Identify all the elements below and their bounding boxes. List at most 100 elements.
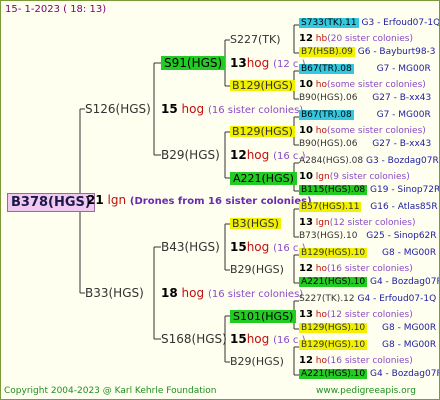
g4-queen[interactable]: S227(TK).12	[299, 294, 355, 304]
g4-queen[interactable]: B90(HGS).06	[299, 139, 357, 149]
g4-note: (12 sister colonies)	[327, 310, 413, 320]
colony-line: hog	[246, 148, 270, 162]
g4-ann: G4 - Erfoud07-1Q	[357, 294, 437, 304]
g4-note: (some sister colonies)	[327, 126, 426, 136]
g4-line: lgn	[315, 172, 330, 182]
g4-ann: G8 - MG00R	[382, 323, 437, 333]
g4-ann: G7 - MG00R	[376, 64, 431, 74]
g4-count: 10	[299, 125, 313, 136]
g4-count: 12	[299, 355, 313, 366]
g4-queen[interactable]: B115(HGS).08	[299, 185, 368, 195]
g4-row-21: B129(HGS).10 G8 - MG00R	[299, 323, 437, 333]
g4-queen[interactable]: B129(HGS).10	[299, 248, 368, 258]
g4-count: 12	[299, 33, 313, 44]
node-s91[interactable]: S91(HGS)	[161, 56, 226, 70]
colony-line: hog	[181, 102, 205, 116]
node-b29-b[interactable]: B29(HGS)	[230, 264, 284, 275]
g4-row-9: B90(HGS).06 G27 - B-xx43	[299, 140, 431, 149]
g4-queen[interactable]: B129(HGS).10	[299, 340, 368, 350]
node-b43[interactable]: B43(HGS)	[161, 241, 220, 253]
g4-queen[interactable]: B67(TR).08	[299, 110, 354, 120]
g4-row-23: 12 ho(16 sister colonies)	[299, 356, 413, 366]
g4-ann: G19 - Sinop72R	[370, 185, 440, 195]
g4-queen[interactable]: B129(HGS).10	[299, 323, 368, 333]
footer-site-link[interactable]: www.pedigreeapis.org	[316, 387, 416, 396]
colony-note: (16 sister colonies)	[207, 289, 304, 300]
node-b129-a[interactable]: B129(HGS)	[230, 80, 295, 91]
node-b129-b[interactable]: B129(HGS)	[230, 126, 295, 137]
node-b29-a[interactable]: B29(HGS)	[161, 149, 220, 161]
g4-line: ho	[315, 356, 328, 366]
node-s168[interactable]: S168(HGS)	[161, 333, 227, 345]
colony-line: hog	[246, 240, 270, 254]
colony-count: 13	[230, 56, 247, 70]
g4-count: 13	[299, 217, 313, 228]
g4-row-20: 13 ho(12 sister colonies)	[299, 310, 413, 320]
g4-row-17: 12 ho(16 sister colonies)	[299, 264, 413, 274]
colony-line: hog	[246, 56, 270, 70]
g4-note: (12 sister colonies)	[329, 218, 416, 228]
g4-queen[interactable]: B7(HSB).09	[299, 47, 355, 57]
g4-row-24: A221(HGS).10 G4 - Bozdag07R	[299, 369, 440, 379]
g4-note: (16 sister colonies)	[327, 356, 413, 366]
g4-ann: G7 - MG00R	[376, 110, 431, 120]
g4-queen[interactable]: S733(TK).11	[299, 18, 359, 28]
g4-row-4: B67(TR).08 G7 - MG00R	[299, 64, 431, 74]
g4-line: hb	[315, 34, 328, 44]
pedigree-diagram: 15- 1-2023 ( 18: 13) B378(HGS) 21 lgn (D…	[0, 0, 440, 400]
g4-queen[interactable]: B67(TR).08	[299, 64, 354, 74]
g4-row-15: B73(HGS).10 G25 - Sinop62R	[299, 232, 437, 241]
colony-count: 18	[161, 286, 178, 300]
node-s91-colonies: 13hog (12 c.)	[230, 57, 306, 70]
g4-row-1: S733(TK).11 G3 - Erfoud07-1Q	[299, 18, 440, 28]
g4-row-19: S227(TK).12 G4 - Erfoud07-1Q	[299, 295, 436, 304]
node-s168-colonies: 15hog (16 c.)	[230, 333, 306, 346]
node-b29-c[interactable]: B29(HGS)	[230, 356, 284, 367]
g4-ann: G27 - B-xx43	[372, 139, 432, 149]
g4-row-12: B115(HGS).08 G19 - Sinop72R	[299, 185, 440, 195]
g4-row-6: B90(HGS).06 G27 - B-xx43	[299, 94, 431, 103]
g4-row-11: 10 lgn(9 sister colonies)	[299, 172, 410, 182]
node-a221[interactable]: A221(HGS)	[230, 172, 297, 185]
g4-note: (some sister colonies)	[327, 80, 426, 90]
g4-queen[interactable]: A284(HGS).08	[299, 156, 363, 166]
sire-node-s126[interactable]: S126(HGS)	[85, 103, 151, 115]
g4-ann: G3 - Erfoud07-1Q	[361, 18, 440, 28]
g4-row-18: A221(HGS).10 G4 - Bozdag07R	[299, 277, 440, 287]
g4-row-16: B129(HGS).10 G8 - MG00R	[299, 248, 437, 258]
g4-row-8: 10 ho(some sister colonies)	[299, 126, 426, 136]
g4-row-7: B67(TR).08 G7 - MG00R	[299, 110, 431, 120]
g4-row-22: B129(HGS).10 G8 - MG00R	[299, 340, 437, 350]
g4-line: ho	[315, 310, 328, 320]
g4-row-5: 10 ho(some sister colonies)	[299, 80, 426, 90]
g4-ann: G6 - Bayburt98-3	[357, 47, 436, 57]
dam-node-b33[interactable]: B33(HGS)	[85, 287, 144, 299]
g4-line: ho	[315, 80, 328, 90]
g4-queen[interactable]: B73(HGS).10	[299, 231, 357, 241]
g4-ann: G8 - MG00R	[382, 248, 437, 258]
g4-ann: G3 - Bozdag07R	[366, 156, 439, 166]
colony-line: hog	[246, 332, 270, 346]
node-s101[interactable]: S101(HGS)	[230, 310, 297, 323]
g4-note: (9 sister colonies)	[329, 172, 410, 182]
node-b3[interactable]: B3(HGS)	[230, 218, 281, 229]
g4-ann: G4 - Bozdag07R	[370, 277, 440, 287]
root-colony-count: 21	[87, 193, 104, 207]
node-s227[interactable]: S227(TK)	[230, 34, 281, 45]
node-b43-colonies: 15hog (16 c.)	[230, 241, 306, 254]
g4-row-2: 12 hb(20 sister colonies)	[299, 34, 413, 44]
g4-queen[interactable]: A221(HGS).10	[299, 277, 368, 287]
g4-ann: G8 - MG00R	[382, 340, 437, 350]
g4-ann: G4 - Bozdag07R	[370, 369, 440, 379]
g4-row-10: A284(HGS).08 G3 - Bozdag07R	[299, 157, 439, 166]
report-date: 15- 1-2023 ( 18: 13)	[5, 4, 107, 15]
root-colony-info: 21 lgn (Drones from 16 sister colonies)	[87, 194, 312, 207]
g4-row-3: B7(HSB).09 G6 - Bayburt98-3	[299, 47, 436, 57]
g4-queen[interactable]: A221(HGS).10	[299, 369, 368, 379]
colony-line: hog	[181, 286, 205, 300]
g4-queen[interactable]: B57(HGS).11	[299, 202, 362, 212]
root-queen[interactable]: B378(HGS)	[7, 193, 95, 212]
g4-queen[interactable]: B90(HGS).06	[299, 93, 357, 103]
root-colony-line: lgn	[107, 193, 127, 207]
g4-note: (20 sister colonies)	[327, 34, 413, 44]
